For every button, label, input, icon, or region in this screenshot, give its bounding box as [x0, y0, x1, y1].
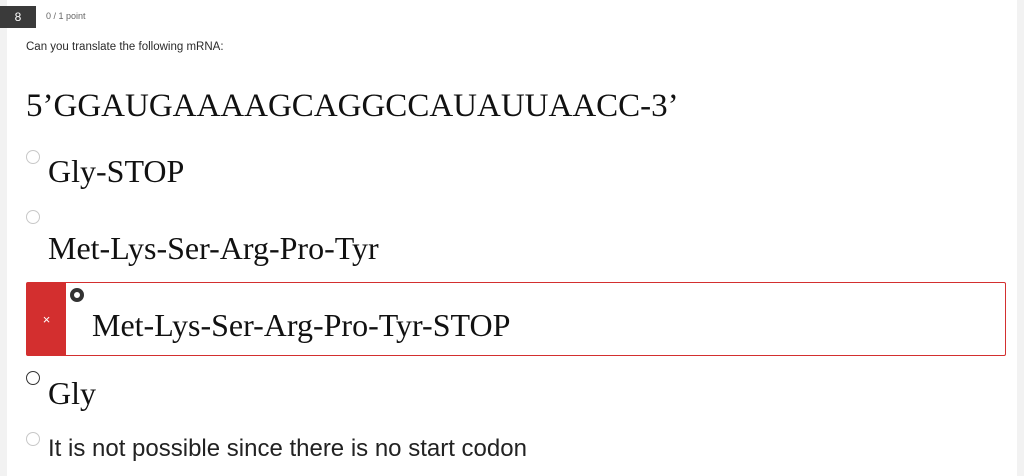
question-prompt: Can you translate the following mRNA: [26, 41, 224, 53]
question-number-badge: 8 [0, 6, 36, 28]
radio-button[interactable] [26, 210, 40, 224]
mrna-sequence: 5’GGAUGAAAAGCAGGCCAUAUUAACC-3’ [26, 88, 679, 124]
close-icon: × [42, 311, 51, 327]
option-label: Gly-STOP [48, 153, 185, 189]
radio-button[interactable] [26, 432, 40, 446]
option-label: Gly [48, 375, 96, 411]
option-label: Met-Lys-Ser-Arg-Pro-Tyr [48, 230, 379, 266]
option-label: Met-Lys-Ser-Arg-Pro-Tyr-STOP [92, 307, 511, 343]
option-label: It is not possible since there is no sta… [48, 435, 527, 462]
left-gutter [0, 0, 7, 476]
incorrect-indicator: × [27, 283, 66, 355]
radio-button[interactable] [26, 150, 40, 164]
question-score: 0 / 1 point [46, 11, 86, 21]
radio-button-selected[interactable] [70, 288, 84, 302]
radio-button[interactable] [26, 371, 40, 385]
right-gutter [1017, 0, 1024, 476]
